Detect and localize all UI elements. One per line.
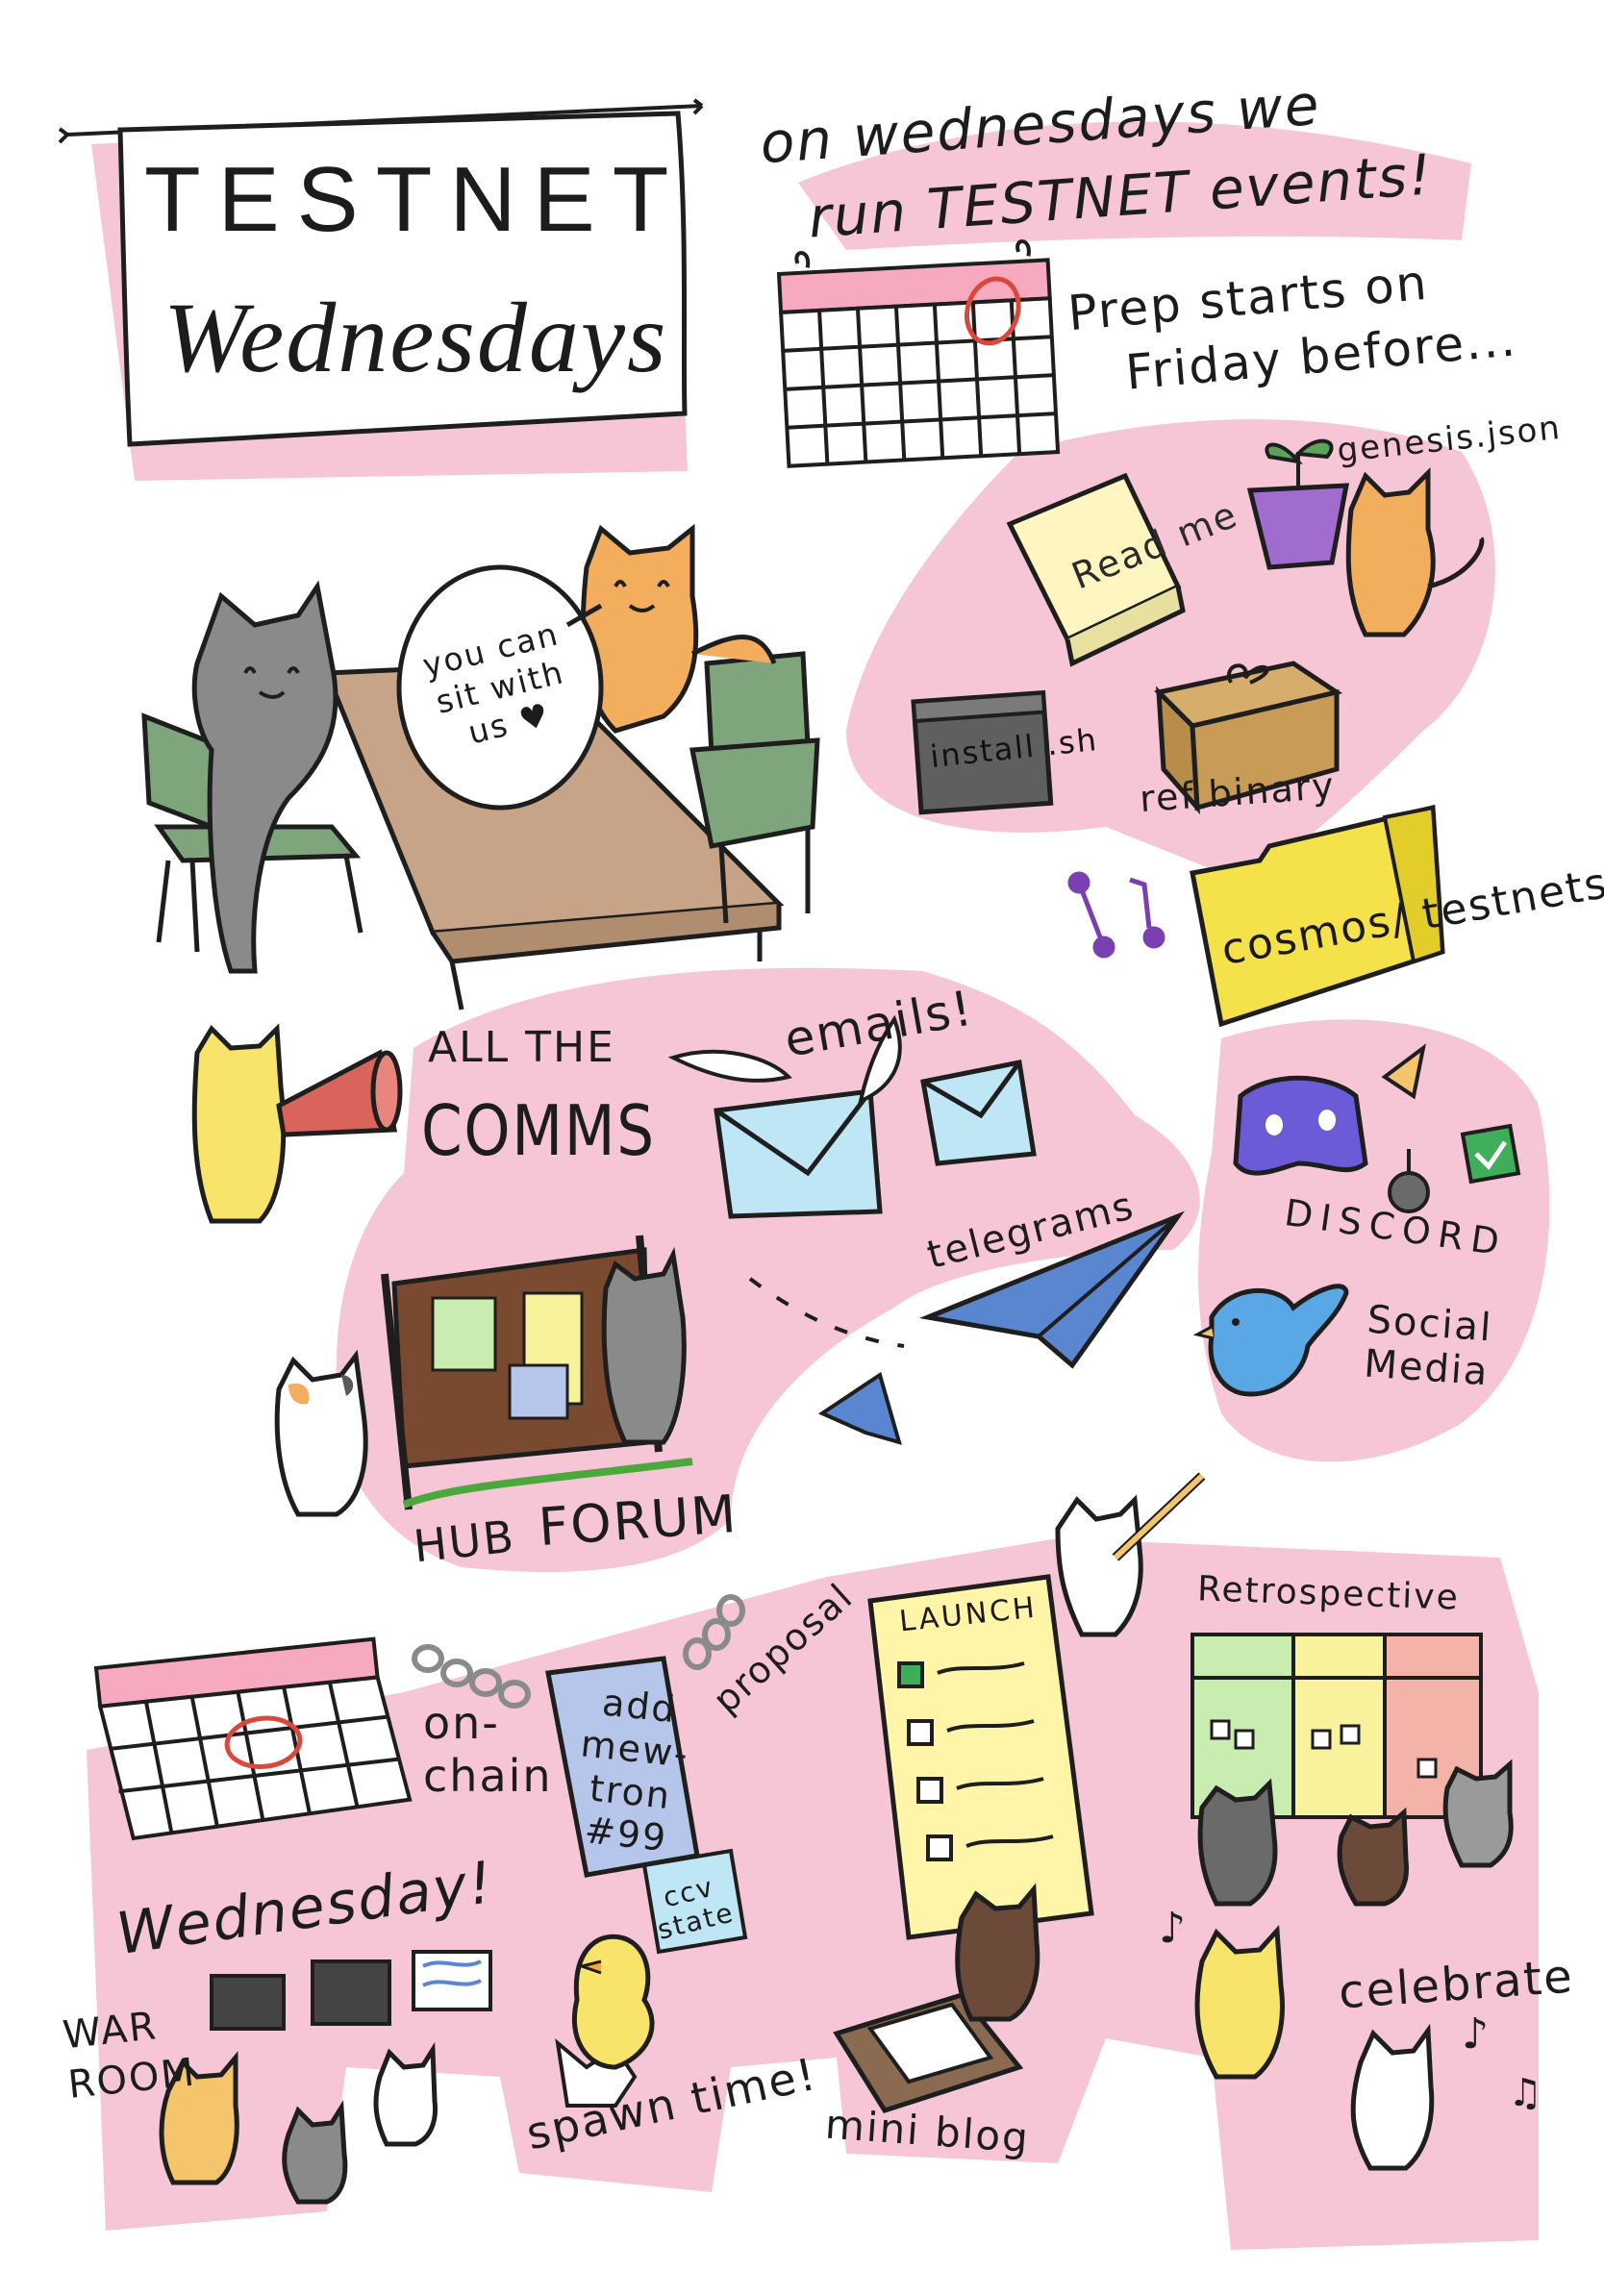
- on-chain-label: on- chain: [423, 1697, 553, 1803]
- retro-board: [1190, 1633, 1514, 1907]
- title-line2: Wednesdays: [163, 283, 668, 393]
- hub-label: HUB: [411, 1510, 518, 1573]
- war-room-label: WAR ROOM: [61, 2004, 199, 2109]
- megaphone-cat: [191, 1023, 403, 1224]
- all-the-label: ALL THE: [428, 1023, 615, 1072]
- forum-label: FORUM: [537, 1483, 740, 1559]
- calendar-top: [776, 239, 1061, 468]
- svg-text:♪: ♪: [1462, 2009, 1489, 2059]
- svg-text:♪: ♪: [1159, 1904, 1186, 1953]
- title-line1: TESTNET: [144, 148, 687, 251]
- comms-label: COMMS: [421, 1090, 656, 1171]
- git-pull-icon: [1067, 871, 1165, 959]
- retro-heading: Retrospective: [1196, 1569, 1461, 1618]
- social-media-label: Social Media: [1362, 1297, 1494, 1395]
- proposal-text: add mew- tron #99: [578, 1681, 691, 1860]
- table-scene: [141, 523, 820, 1011]
- svg-text:♫: ♫: [1508, 2071, 1542, 2115]
